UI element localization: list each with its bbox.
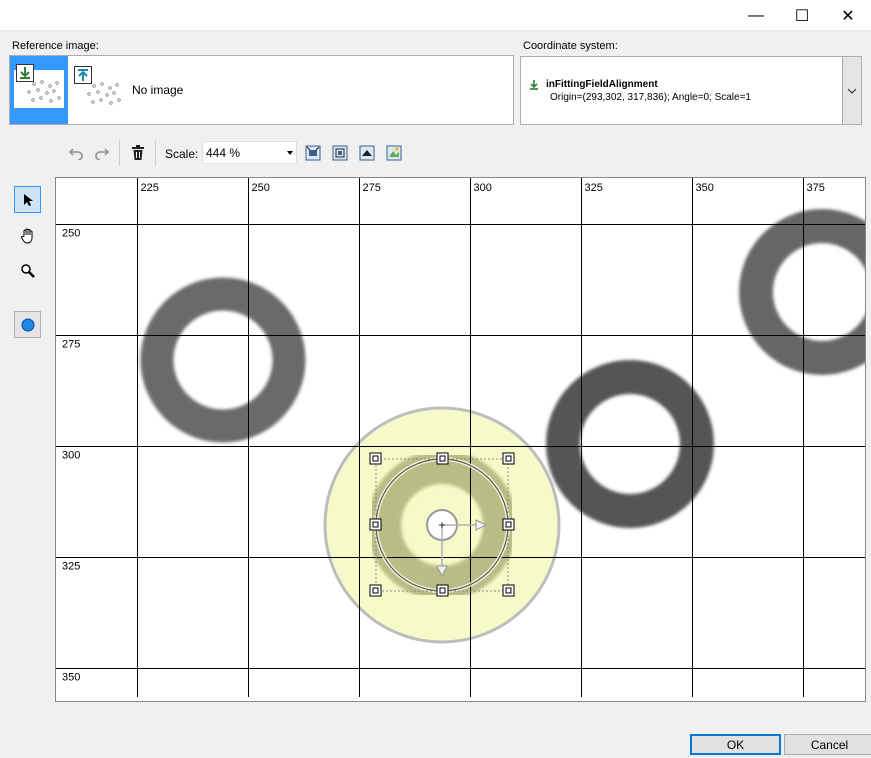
zoom-100-button[interactable] bbox=[329, 142, 351, 164]
hand-tool[interactable] bbox=[14, 222, 41, 249]
y-tick-label: 325 bbox=[62, 561, 80, 573]
circle-icon bbox=[21, 318, 34, 331]
redo-icon bbox=[95, 148, 110, 160]
coordinate-system-label: Coordinate system: bbox=[523, 40, 618, 52]
scale-value: 444 % bbox=[206, 146, 241, 160]
fit-height-button[interactable] bbox=[383, 142, 405, 164]
pointer-icon bbox=[23, 193, 33, 206]
pointer-tool[interactable] bbox=[14, 186, 41, 213]
minimize-button[interactable]: — bbox=[733, 0, 779, 31]
delete-icon bbox=[132, 145, 144, 160]
reference-thumb-empty[interactable] bbox=[72, 58, 130, 124]
title-bar: — ☐ ✕ bbox=[0, 0, 871, 31]
zoom-100-icon bbox=[332, 145, 348, 161]
x-tick-label: 275 bbox=[363, 182, 381, 194]
handle-bottom bbox=[436, 584, 449, 597]
y-tick-label: 275 bbox=[62, 339, 80, 351]
handle-right bbox=[502, 518, 515, 531]
chevron-down-icon bbox=[847, 88, 857, 94]
reference-thumb-selected[interactable] bbox=[10, 56, 68, 124]
reference-image-label: Reference image: bbox=[12, 40, 99, 52]
x-tick-label: 325 bbox=[585, 182, 603, 194]
ring-blob bbox=[546, 360, 714, 528]
no-image-text: No image bbox=[132, 83, 184, 97]
coord-detail: Origin=(293,302, 317,836); Angle=0; Scal… bbox=[550, 92, 751, 103]
thumb-dots bbox=[87, 82, 121, 105]
fit-height-icon bbox=[386, 145, 402, 161]
y-tick-label: 350 bbox=[62, 672, 80, 684]
y-tick-label: 300 bbox=[62, 450, 80, 462]
handle-top-right bbox=[502, 452, 515, 465]
x-tick-label: 350 bbox=[696, 182, 714, 194]
handle-top bbox=[436, 452, 449, 465]
maximize-button[interactable]: ☐ bbox=[779, 0, 825, 31]
undo-button[interactable] bbox=[65, 142, 87, 164]
toolbar-separator bbox=[155, 140, 156, 166]
minimize-icon: — bbox=[748, 6, 764, 24]
cancel-button[interactable]: Cancel bbox=[784, 734, 871, 755]
handle-top-left bbox=[369, 452, 382, 465]
magnifier-tool[interactable] bbox=[14, 257, 41, 284]
x-tick-label: 225 bbox=[141, 182, 159, 194]
maximize-icon: ☐ bbox=[794, 7, 810, 25]
handle-left bbox=[369, 518, 382, 531]
scale-label: Scale: bbox=[165, 147, 199, 161]
ok-button[interactable]: OK bbox=[690, 734, 781, 755]
y-tick-label: 250 bbox=[62, 228, 80, 240]
canvas-drawing: 225 250 275 300 325 350 375 250 275 300 325 350 bbox=[56, 178, 865, 697]
close-button[interactable]: ✕ bbox=[825, 0, 871, 31]
y-ruler: 250 275 300 325 350 bbox=[62, 228, 80, 684]
coord-download-icon bbox=[528, 79, 540, 94]
handle-bottom-left bbox=[369, 584, 382, 597]
x-tick-label: 250 bbox=[252, 182, 270, 194]
image-canvas[interactable]: 225 250 275 300 325 350 375 250 275 300 325 350 bbox=[55, 177, 866, 702]
circle-tool[interactable] bbox=[14, 311, 41, 338]
thumb-dots bbox=[27, 80, 61, 103]
reference-image-panel: No image bbox=[9, 55, 514, 125]
x-tick-label: 300 bbox=[474, 182, 492, 194]
x-ruler: 225 250 275 300 325 350 375 bbox=[141, 182, 825, 194]
handle-bottom-right bbox=[502, 584, 515, 597]
fit-button[interactable] bbox=[302, 142, 324, 164]
delete-button[interactable] bbox=[127, 142, 149, 164]
coord-name: inFittingFieldAlignment bbox=[546, 79, 658, 90]
ring-blob bbox=[739, 209, 865, 375]
close-icon: ✕ bbox=[841, 7, 855, 25]
hand-icon bbox=[20, 228, 32, 244]
redo-button[interactable] bbox=[91, 142, 113, 164]
toolbar-separator bbox=[119, 140, 120, 166]
ring-blob bbox=[140, 277, 306, 443]
fit-icon bbox=[305, 145, 321, 161]
magnifier-icon bbox=[20, 263, 35, 278]
coord-dropdown-button[interactable] bbox=[842, 57, 861, 124]
scale-dropdown-icon bbox=[287, 151, 293, 155]
undo-icon bbox=[68, 148, 83, 160]
scale-combo[interactable]: 444 % bbox=[202, 141, 297, 164]
coordinate-system-combo[interactable]: inFittingFieldAlignment Origin=(293,302,… bbox=[520, 56, 862, 125]
fit-width-icon bbox=[359, 145, 375, 161]
fit-width-button[interactable] bbox=[356, 142, 378, 164]
x-tick-label: 375 bbox=[807, 182, 825, 194]
